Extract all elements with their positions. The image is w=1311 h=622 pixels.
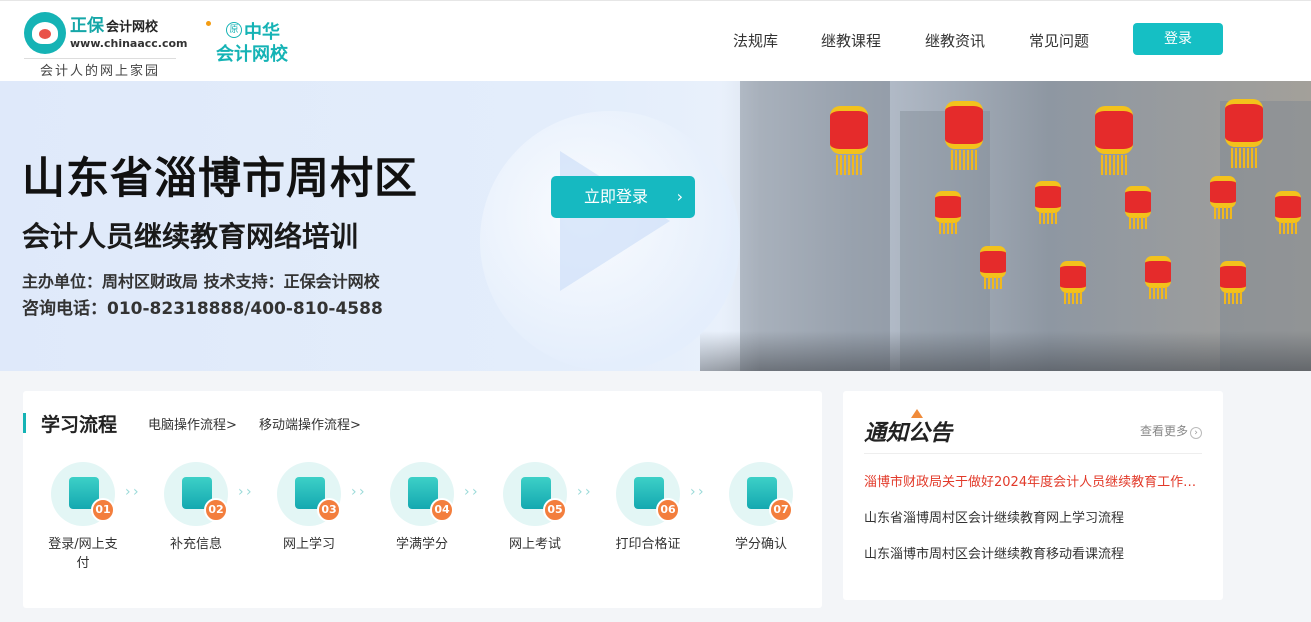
header: 正保 会计网校 www.chinaacc.com 会计人的网上家园 原 中华 会计… (0, 0, 1311, 81)
banner-subtitle: 会计人员继续教育网络培训 (22, 220, 359, 253)
notice-card: 通知公告 查看更多 › 淄博市财政局关于做好2024年度会计人员继续教育工作的通知… (843, 391, 1223, 600)
title-accent-bar (23, 413, 26, 433)
step-online-study[interactable]: 03 网上学习 (269, 462, 349, 554)
lantern-icon (1225, 99, 1263, 168)
lantern-icon (1125, 186, 1151, 229)
double-chevron-icon: › › (690, 484, 704, 500)
logo-url: www.chinaacc.com (70, 37, 188, 50)
lantern-icon (980, 246, 1006, 289)
lantern-icon (1095, 106, 1133, 175)
lantern-icon (1035, 181, 1061, 224)
banner-title: 山东省淄博市周村区 (22, 154, 418, 204)
lantern-icon (1060, 261, 1086, 304)
orig-badge: 原 (226, 22, 242, 38)
notice-item[interactable]: 山东淄博市周村区会计继续教育移动看课流程 (864, 543, 1209, 562)
chinaacc-logo-icon[interactable] (24, 12, 66, 54)
hero-banner: 山东省淄博市周村区 会计人员继续教育网络培训 主办单位：周村区财政局 技术支持：… (0, 81, 1311, 371)
login-button[interactable]: 登录 (1133, 23, 1223, 55)
double-chevron-icon: › › (577, 484, 591, 500)
step-online-exam[interactable]: 05 网上考试 (495, 462, 575, 554)
step-print-certificate[interactable]: 06 打印合格证 (608, 462, 688, 554)
lantern-icon (1145, 256, 1171, 299)
nav-faq[interactable]: 常见问题 (1029, 30, 1089, 51)
step-label: 学分确认 (734, 537, 787, 552)
notice-item[interactable]: 山东省淄博周村区会计继续教育网上学习流程 (864, 507, 1209, 526)
step-full-credits[interactable]: 04 学满学分 (382, 462, 462, 554)
study-process-title: 学习流程 (41, 414, 118, 436)
logo-name[interactable]: 正保 会计网校 (70, 11, 158, 36)
mobile-process-link[interactable]: 移动端操作流程> (259, 414, 361, 433)
banner-login-button[interactable]: 立即登录 › (551, 176, 695, 218)
step-supplement-info[interactable]: 02 补充信息 (156, 462, 236, 554)
study-process-card: 学习流程 电脑操作流程> 移动端操作流程> 01 登录/网上支付 › › 02 … (23, 391, 822, 608)
nav-news[interactable]: 继教资讯 (925, 30, 985, 51)
pc-process-link[interactable]: 电脑操作流程> (148, 414, 237, 433)
crown-icon (911, 409, 923, 418)
banner-phone: 咨询电话：010-82318888/400-810-4588 (22, 299, 383, 319)
logo-slogan: 会计人的网上家园 (24, 58, 176, 79)
lantern-icon (945, 101, 983, 170)
divider (864, 453, 1202, 454)
step-credit-confirm[interactable]: 07 学分确认 (721, 462, 801, 554)
banner-login-label: 立即登录 (584, 187, 649, 206)
step-label: 打印合格证 (615, 537, 681, 552)
double-chevron-icon: › › (464, 484, 478, 500)
lantern-icon (1275, 191, 1301, 234)
step-login-pay[interactable]: 01 登录/网上支付 (43, 462, 123, 573)
dot-icon (206, 21, 211, 26)
view-more-link[interactable]: 查看更多 › (1140, 422, 1203, 439)
chevron-right-icon: › (676, 187, 683, 206)
street-lantern-photo (700, 81, 1311, 371)
step-label: 学满学分 (395, 537, 448, 552)
lantern-icon (1210, 176, 1236, 219)
chevron-right-icon: › (1190, 427, 1203, 439)
nav-regulations[interactable]: 法规库 (733, 30, 778, 51)
lantern-icon (1220, 261, 1246, 304)
banner-organizer: 主办单位：周村区财政局 技术支持：正保会计网校 (22, 272, 380, 291)
double-chevron-icon: › › (125, 484, 139, 500)
step-label: 登录/网上支付 (48, 537, 118, 571)
double-chevron-icon: › › (351, 484, 365, 500)
step-label: 网上学习 (282, 537, 335, 552)
orig-brand-line2: 会计网校 (216, 44, 288, 65)
double-chevron-icon: › › (238, 484, 252, 500)
step-label: 网上考试 (508, 537, 561, 552)
nav-courses[interactable]: 继教课程 (821, 30, 881, 51)
lantern-icon (935, 191, 961, 234)
step-label: 补充信息 (169, 537, 222, 552)
notice-item[interactable]: 淄博市财政局关于做好2024年度会计人员继续教育工作的通知 (864, 471, 1209, 490)
notice-title: 通知公告 (864, 420, 953, 446)
lantern-icon (830, 106, 868, 175)
